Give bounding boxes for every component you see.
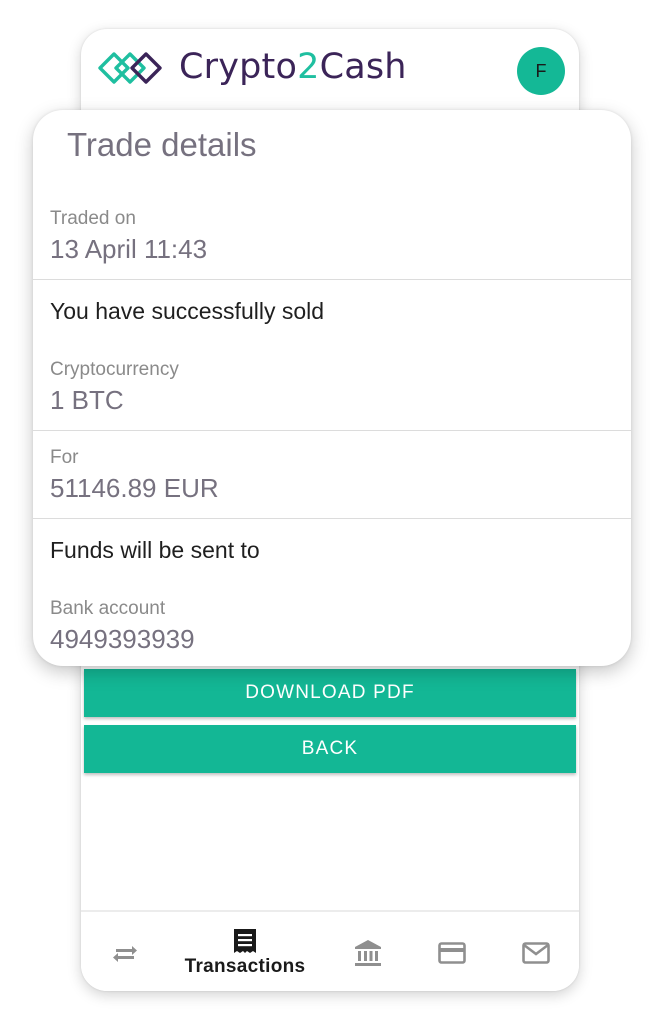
divider [33, 279, 631, 280]
bank-account-label: Bank account [50, 598, 166, 619]
for-label: For [50, 447, 79, 468]
divider [33, 518, 631, 519]
nav-item-bank[interactable] [351, 912, 385, 991]
brand-digit: 2 [297, 47, 320, 87]
divider [33, 430, 631, 431]
sold-heading: You have successfully sold [50, 298, 325, 324]
traded-on-label: Traded on [50, 208, 136, 229]
bank-account-value: 4949393939 [50, 624, 195, 654]
bank-icon [355, 939, 381, 966]
nav-item-transactions[interactable]: Transactions [177, 912, 313, 991]
swap-arrows-icon [113, 945, 137, 962]
bottom-nav: Transactions [81, 910, 579, 991]
crypto-label: Cryptocurrency [50, 359, 179, 380]
nav-item-card[interactable] [435, 912, 469, 991]
brand-name: Crypto2Cash [179, 47, 407, 87]
screen: Crypto2Cash F DOWNLOAD PDF BACK Transact… [0, 0, 664, 1024]
mail-icon [522, 941, 550, 964]
for-value: 51146.89 EUR [50, 473, 219, 503]
logo-icon [98, 52, 162, 84]
brand-suffix: Cash [319, 47, 407, 87]
back-button[interactable]: BACK [84, 725, 576, 773]
funds-heading: Funds will be sent to [50, 537, 260, 563]
crypto-value: 1 BTC [50, 385, 124, 415]
trade-details-modal: Trade details Traded on 13 April 11:43 Y… [33, 110, 631, 666]
app-header: Crypto2Cash F [81, 29, 579, 109]
avatar[interactable]: F [517, 47, 565, 95]
receipt-icon [234, 928, 256, 953]
traded-on-value: 13 April 11:43 [50, 234, 208, 264]
modal-title: Trade details [67, 126, 257, 163]
credit-card-icon [438, 941, 466, 964]
nav-label-transactions: Transactions [184, 955, 306, 977]
nav-item-trade[interactable] [103, 912, 147, 991]
brand-prefix: Crypto [179, 47, 298, 87]
nav-item-messages[interactable] [519, 912, 553, 991]
download-pdf-button[interactable]: DOWNLOAD PDF [84, 669, 576, 717]
